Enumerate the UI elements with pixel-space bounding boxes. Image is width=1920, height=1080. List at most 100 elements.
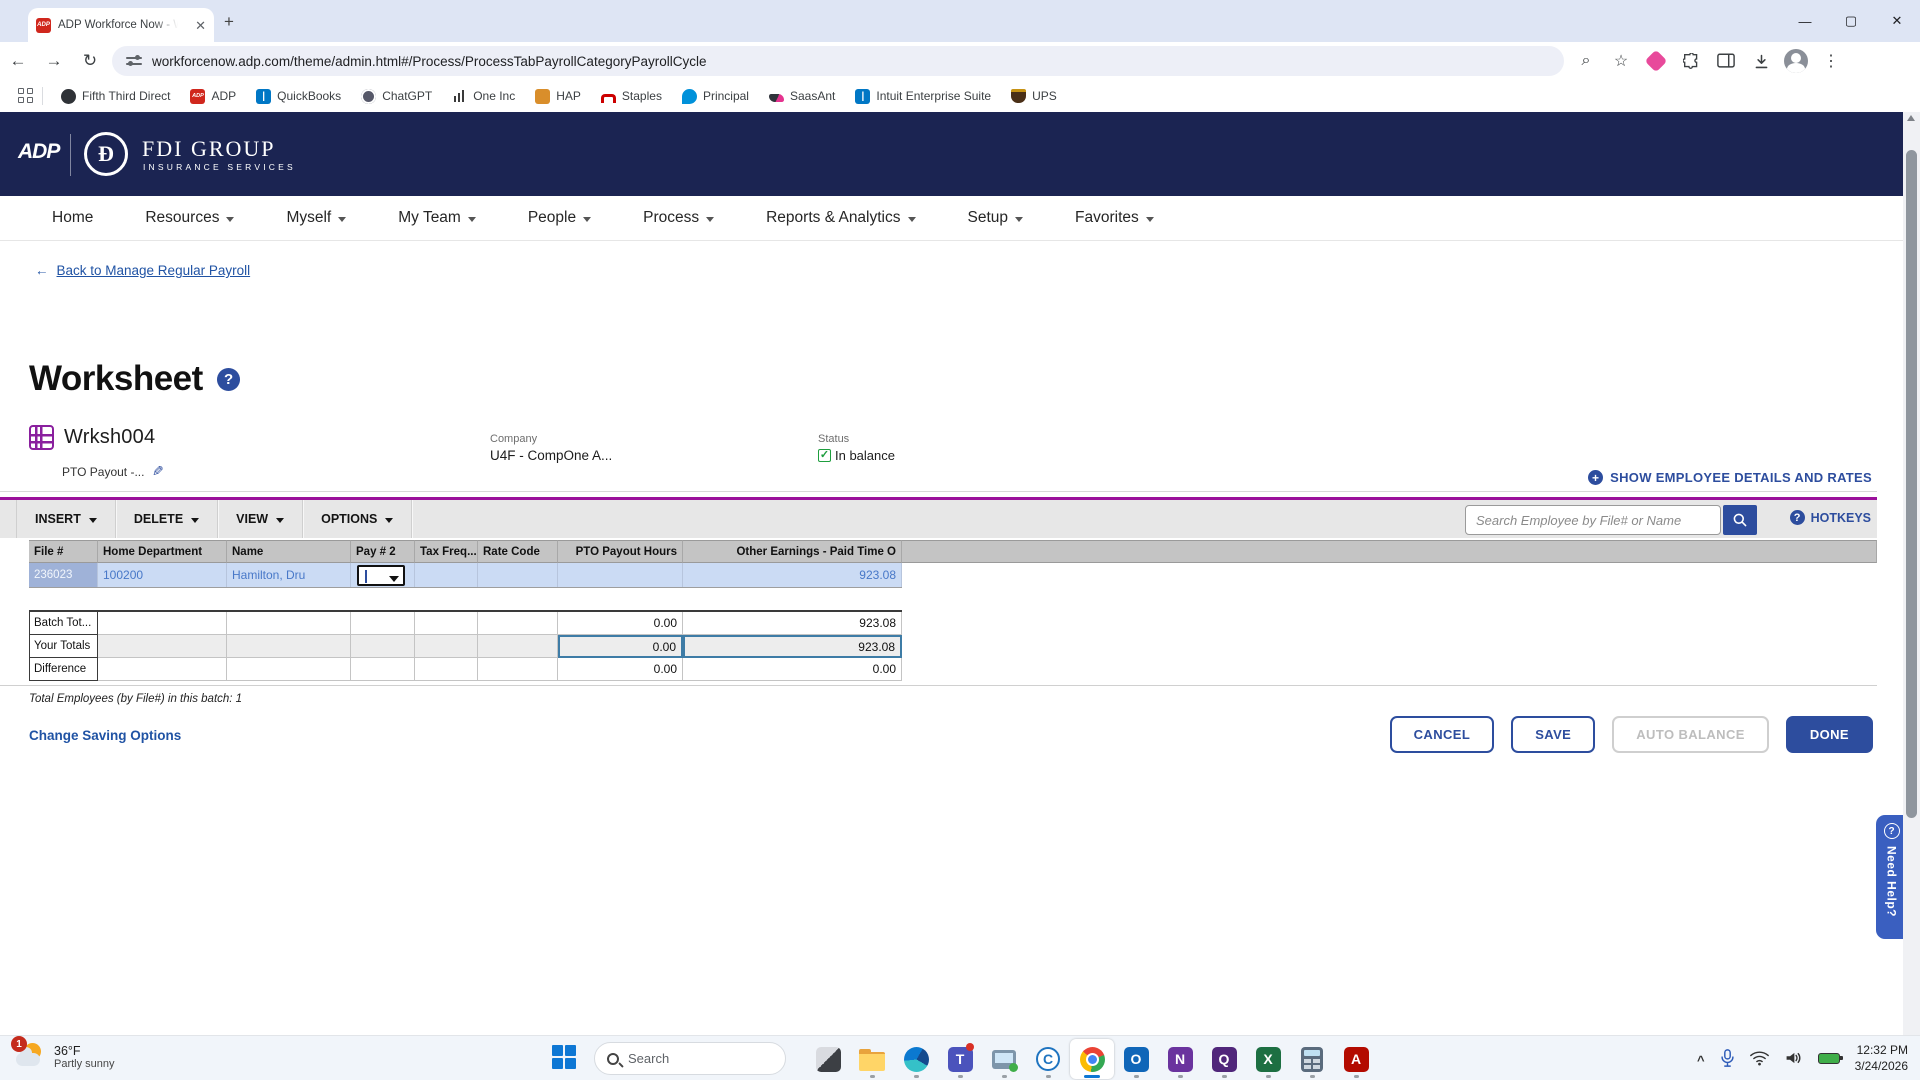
- taskbar-teams-icon[interactable]: T: [938, 1039, 982, 1079]
- bookmark-adp[interactable]: ADP ADP: [180, 84, 246, 108]
- nav-process[interactable]: Process: [617, 209, 740, 227]
- status-label: Status: [818, 433, 895, 445]
- bookmark-chatgpt[interactable]: ChatGPT: [351, 84, 442, 108]
- cell-name[interactable]: Hamilton, Dru: [227, 563, 351, 587]
- cell-home-department[interactable]: 100200: [98, 563, 227, 587]
- bookmark-fifth-third[interactable]: Fifth Third Direct: [51, 84, 180, 108]
- browser-tab[interactable]: ADP ADP Workforce Now - Workshe ✕: [28, 8, 214, 42]
- nav-my-team[interactable]: My Team: [372, 209, 502, 227]
- scrollbar-thumb[interactable]: [1906, 150, 1917, 818]
- bookmark-quickbooks[interactable]: | QuickBooks: [246, 84, 351, 108]
- back-to-manage-payroll-link[interactable]: ← Back to Manage Regular Payroll: [35, 263, 250, 278]
- bookmark-hap[interactable]: HAP: [525, 84, 591, 108]
- column-header[interactable]: Tax Freq...: [415, 540, 478, 563]
- column-header[interactable]: Rate Code: [478, 540, 558, 563]
- back-icon[interactable]: ←: [0, 51, 36, 71]
- nav-resources[interactable]: Resources: [119, 209, 260, 227]
- nav-home[interactable]: Home: [26, 209, 119, 227]
- nav-myself[interactable]: Myself: [260, 209, 372, 227]
- taskbar-remote-pc-icon[interactable]: [982, 1039, 1026, 1079]
- forward-icon[interactable]: →: [36, 51, 72, 71]
- scroll-up-icon[interactable]: [1907, 115, 1915, 121]
- taskbar-clock[interactable]: 12:32 PM 3/24/2026: [1855, 1042, 1908, 1074]
- reload-icon[interactable]: ↻: [72, 51, 108, 71]
- cell-pto-payout-hours[interactable]: [558, 563, 683, 587]
- bookmark-saasant[interactable]: SaasAnt: [759, 84, 845, 108]
- cell-rate-code[interactable]: [478, 563, 558, 587]
- new-tab-button[interactable]: +: [224, 12, 234, 32]
- view-menu[interactable]: VIEW: [218, 500, 303, 538]
- change-saving-options-link[interactable]: Change Saving Options: [29, 728, 181, 743]
- tray-microphone-icon[interactable]: [1720, 1049, 1735, 1067]
- nav-reports-analytics[interactable]: Reports & Analytics: [740, 209, 941, 227]
- zoom-search-icon[interactable]: ⌕: [1574, 49, 1598, 73]
- weather-widget[interactable]: 1 36°F Partly sunny: [14, 1041, 115, 1073]
- nav-favorites[interactable]: Favorites: [1049, 209, 1180, 227]
- profile-avatar-icon[interactable]: [1784, 49, 1808, 73]
- taskbar-edge-icon[interactable]: [894, 1039, 938, 1079]
- insert-menu[interactable]: INSERT: [16, 500, 116, 538]
- column-header[interactable]: Pay # 2: [351, 540, 415, 563]
- adp-logo-icon[interactable]: ADP: [18, 140, 59, 164]
- apps-grid-icon[interactable]: [18, 88, 34, 104]
- delete-menu[interactable]: DELETE: [116, 500, 218, 538]
- taskbar-chrome-icon[interactable]: [1070, 1039, 1114, 1079]
- taskbar-search[interactable]: Search: [594, 1042, 786, 1075]
- options-menu[interactable]: OPTIONS: [303, 500, 412, 538]
- volume-icon[interactable]: [1784, 1050, 1803, 1066]
- show-employee-details-link[interactable]: + SHOW EMPLOYEE DETAILS AND RATES: [1588, 470, 1872, 485]
- tab-close-icon[interactable]: ✕: [195, 19, 206, 32]
- column-header[interactable]: Home Department: [98, 540, 227, 563]
- nav-setup[interactable]: Setup: [942, 209, 1050, 227]
- column-header[interactable]: Name: [227, 540, 351, 563]
- extensions-puzzle-icon[interactable]: [1679, 49, 1703, 73]
- edit-pencil-icon[interactable]: ✎: [152, 463, 164, 480]
- column-header[interactable]: PTO Payout Hours: [558, 540, 683, 563]
- window-minimize-button[interactable]: —: [1782, 14, 1828, 29]
- done-button[interactable]: DONE: [1786, 716, 1873, 753]
- bookmark-star-icon[interactable]: ☆: [1609, 49, 1633, 73]
- cell-pay-number[interactable]: [351, 563, 415, 587]
- cell-other-earnings[interactable]: 923.08: [683, 563, 902, 587]
- taskbar-citrix-icon[interactable]: C: [1026, 1039, 1070, 1079]
- browser-menu-icon[interactable]: ⋮: [1819, 49, 1843, 73]
- employee-search-button[interactable]: [1723, 505, 1757, 535]
- window-maximize-button[interactable]: ▢: [1828, 13, 1874, 29]
- cancel-button[interactable]: CANCEL: [1390, 716, 1495, 753]
- nav-people[interactable]: People: [502, 209, 617, 227]
- site-settings-icon[interactable]: [126, 55, 142, 67]
- bookmark-one-inc[interactable]: One Inc: [442, 84, 525, 108]
- wifi-icon[interactable]: [1750, 1051, 1769, 1066]
- taskbar-pinned-app-icon[interactable]: [806, 1039, 850, 1079]
- taskbar-acrobat-icon[interactable]: A: [1334, 1039, 1378, 1079]
- taskbar-outlook-icon[interactable]: O: [1114, 1039, 1158, 1079]
- page-scrollbar[interactable]: [1903, 112, 1920, 1035]
- help-icon[interactable]: ?: [217, 368, 240, 391]
- taskbar-quickbooks-tool-icon[interactable]: Q: [1202, 1039, 1246, 1079]
- downloads-icon[interactable]: [1749, 49, 1773, 73]
- pay-number-select[interactable]: [357, 565, 405, 586]
- pink-extension-icon[interactable]: [1644, 49, 1668, 73]
- side-panel-icon[interactable]: [1714, 49, 1738, 73]
- cell-file-number[interactable]: 236023: [29, 563, 98, 587]
- tray-overflow-icon[interactable]: ^: [1697, 1053, 1705, 1068]
- window-close-button[interactable]: ✕: [1874, 13, 1920, 29]
- start-button[interactable]: [552, 1045, 578, 1071]
- taskbar-excel-icon[interactable]: X: [1246, 1039, 1290, 1079]
- bookmark-intuit-enterprise[interactable]: | Intuit Enterprise Suite: [845, 84, 1001, 108]
- bookmark-principal[interactable]: Principal: [672, 84, 759, 108]
- battery-icon[interactable]: [1818, 1053, 1840, 1064]
- bookmark-ups[interactable]: UPS: [1001, 84, 1067, 108]
- cell-tax-frequency[interactable]: [415, 563, 478, 587]
- taskbar-onenote-icon[interactable]: N: [1158, 1039, 1202, 1079]
- hotkeys-link[interactable]: ? HOTKEYS: [1790, 510, 1871, 525]
- bookmark-staples[interactable]: Staples: [591, 84, 672, 108]
- save-button[interactable]: SAVE: [1511, 716, 1595, 753]
- url-bar[interactable]: workforcenow.adp.com/theme/admin.html#/P…: [112, 46, 1564, 76]
- taskbar-calculator-icon[interactable]: [1290, 1039, 1334, 1079]
- column-header[interactable]: File #: [29, 540, 98, 563]
- taskbar-file-explorer-icon[interactable]: [850, 1039, 894, 1079]
- auto-balance-button: AUTO BALANCE: [1612, 716, 1769, 753]
- employee-search-input[interactable]: [1465, 505, 1721, 535]
- column-header[interactable]: Other Earnings - Paid Time O: [683, 540, 902, 563]
